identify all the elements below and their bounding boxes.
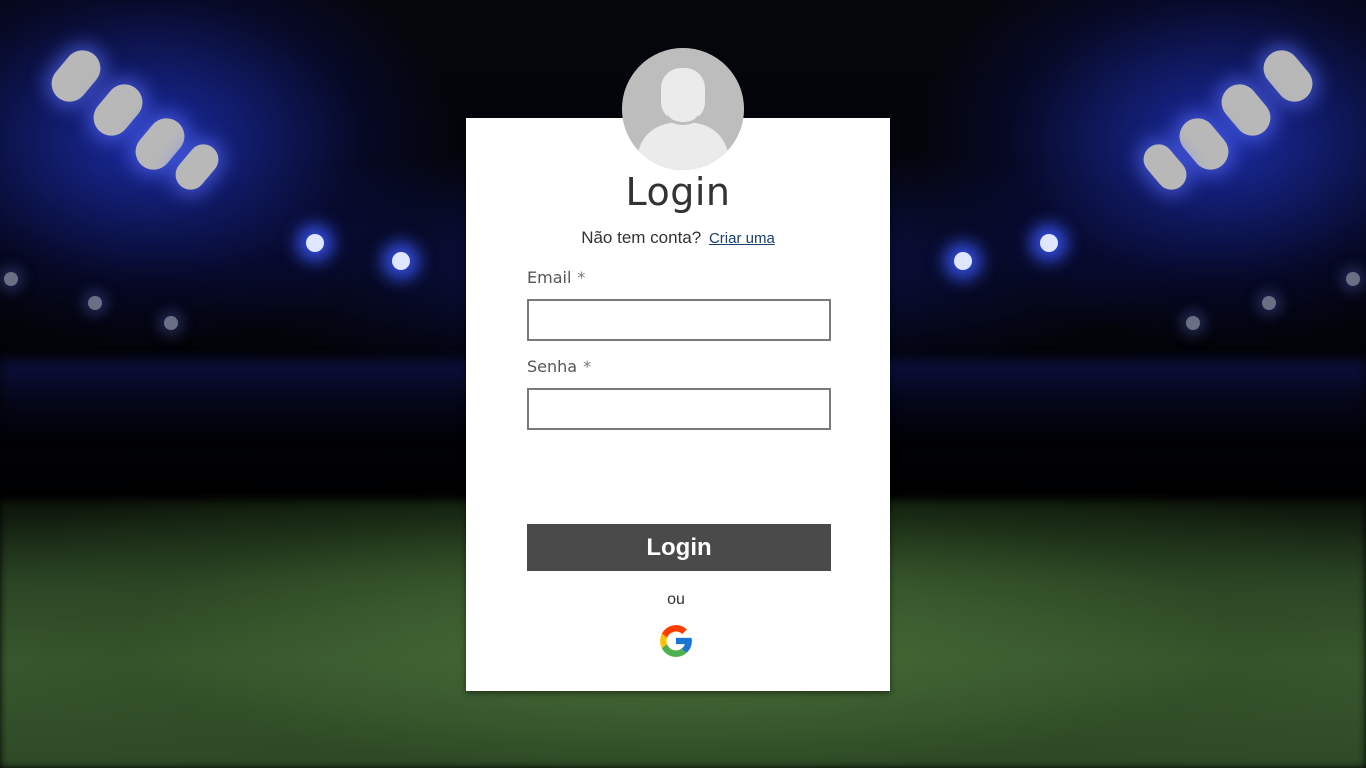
spotlight [306,234,324,252]
or-separator: ou [667,591,685,608]
email-label: Email * [527,268,585,287]
user-avatar-icon [622,48,744,170]
login-button[interactable]: Login [527,524,831,571]
google-icon[interactable] [657,622,695,660]
spotlight [4,272,18,286]
spotlight [954,252,972,270]
email-input[interactable] [527,299,831,341]
password-label-text: Senha [527,357,578,376]
spotlight [88,296,102,310]
spotlight [392,252,410,270]
signup-prompt-row: Não tem conta? Criar uma [466,228,890,248]
spotlight [1262,296,1276,310]
email-label-text: Email [527,268,572,287]
required-marker: * [577,268,586,287]
spotlight [1346,272,1360,286]
spotlight [1040,234,1058,252]
spotlight [164,316,178,330]
signup-prompt-text: Não tem conta? [581,228,702,247]
password-input[interactable] [527,388,831,430]
create-account-link[interactable]: Criar uma [709,230,775,247]
spotlight [1186,316,1200,330]
page-title: Login [625,170,731,214]
required-marker: * [583,357,592,376]
password-label: Senha * [527,357,591,376]
